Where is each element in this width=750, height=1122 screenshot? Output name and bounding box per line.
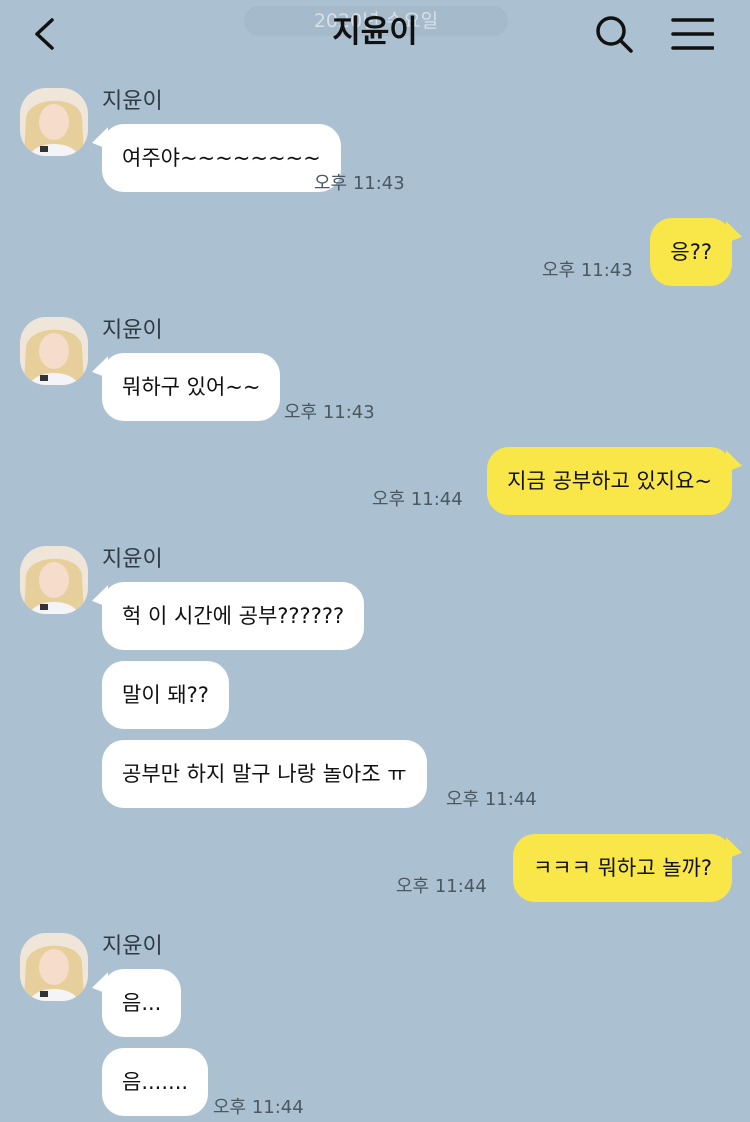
message-time: 오후 11:44 <box>213 1097 304 1118</box>
search-icon[interactable] <box>592 12 636 56</box>
message-bubble[interactable]: 공부만 하지 말구 나랑 놀아조 ㅠ <box>102 740 427 808</box>
message-time: 오후 11:44 <box>446 789 537 810</box>
message-bubble[interactable]: 음....... <box>102 1048 209 1116</box>
message-bubble[interactable]: 여주야~~~~~~~~ <box>102 124 341 192</box>
message-time: 오후 11:43 <box>284 402 375 423</box>
menu-icon[interactable] <box>670 12 715 56</box>
message-time: 오후 11:43 <box>314 173 405 194</box>
avatar[interactable] <box>20 88 88 156</box>
message-bubble[interactable]: 말이 돼?? <box>102 661 229 729</box>
sender-name: 지윤이 <box>102 934 163 959</box>
message-bubble[interactable]: 헉 이 시간에 공부?????? <box>102 582 365 650</box>
message-bubble[interactable]: 뭐하구 있어~~ <box>102 353 281 421</box>
back-chevron-icon[interactable] <box>24 12 68 56</box>
message-bubble-outgoing[interactable]: 지금 공부하고 있지요~ <box>487 447 732 515</box>
chat-title: 지윤이 <box>332 14 418 50</box>
sender-name: 지윤이 <box>102 547 163 572</box>
avatar[interactable] <box>20 546 88 614</box>
message-time: 오후 11:44 <box>372 489 463 510</box>
message-time: 오후 11:43 <box>542 260 633 281</box>
chat-header: 2020년 수요일 지윤이 <box>0 0 750 70</box>
avatar[interactable] <box>20 317 88 385</box>
avatar[interactable] <box>20 933 88 1001</box>
message-bubble[interactable]: 음... <box>102 969 182 1037</box>
message-bubble-outgoing[interactable]: 응?? <box>650 218 732 286</box>
sender-name: 지윤이 <box>102 318 163 343</box>
sender-name: 지윤이 <box>102 89 163 114</box>
message-bubble-outgoing[interactable]: ㅋㅋㅋ 뭐하고 놀까? <box>512 834 732 902</box>
message-time: 오후 11:44 <box>396 876 487 897</box>
